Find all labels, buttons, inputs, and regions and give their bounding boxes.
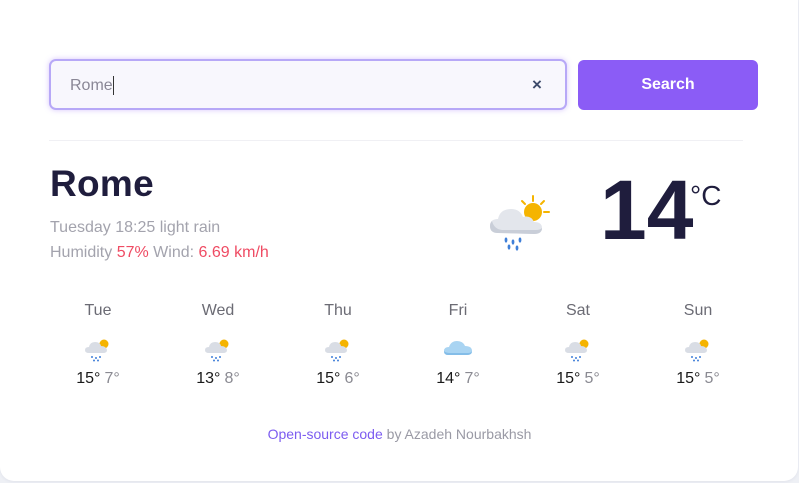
wind-value: 6.69 km/h — [198, 244, 269, 261]
humidity-value: 57% — [116, 244, 149, 261]
temp-range: 15° 5° — [643, 370, 753, 388]
temp-max: 14° — [436, 370, 461, 387]
temp-max: 15° — [556, 370, 581, 387]
sun-cloud-rain-icon — [85, 339, 109, 362]
temp-max: 13° — [196, 370, 221, 387]
temp-min: 5° — [584, 370, 600, 387]
forecast-day: Fri 14° 7° — [403, 302, 513, 388]
clear-icon[interactable]: × — [529, 76, 545, 94]
temp-min: 7° — [464, 370, 480, 387]
footer: Open-source code by Azadeh Nourbakhsh — [0, 426, 799, 442]
forecast-day: Sun 15° 5° — [643, 302, 753, 388]
forecast-day: Sat 15° 5° — [523, 302, 633, 388]
sun-cloud-rain-icon — [325, 339, 349, 362]
forecast-day: Thu 15° 6° — [283, 302, 393, 388]
current-temperature: 14 — [600, 163, 694, 257]
temp-max: 15° — [316, 370, 341, 387]
date-description: Tuesday 18:25 light rain — [50, 219, 220, 237]
day-name: Fri — [448, 302, 468, 319]
temp-range: 15° 7° — [43, 370, 153, 388]
temp-min: 8° — [224, 370, 240, 387]
day-name: Tue — [84, 302, 112, 319]
sun-cloud-rain-icon — [685, 339, 709, 362]
humidity-wind: Humidity 57% Wind: 6.69 km/h — [50, 244, 269, 262]
temp-range: 15° 6° — [283, 370, 393, 388]
sun-cloud-rain-icon — [205, 339, 229, 362]
temperature-unit: °C — [690, 180, 722, 211]
weather-description: light rain — [159, 219, 221, 236]
search-button[interactable]: Search — [578, 60, 758, 110]
sun-cloud-rain-icon — [490, 195, 550, 251]
cloud-blue-icon — [444, 341, 472, 355]
day-time: Tuesday 18:25 — [50, 219, 156, 236]
temp-min: 5° — [704, 370, 720, 387]
temp-max: 15° — [76, 370, 101, 387]
day-name: Wed — [201, 302, 235, 319]
temp-range: 13° 8° — [163, 370, 273, 388]
temp-range: 15° 5° — [523, 370, 633, 388]
day-name: Thu — [324, 302, 352, 319]
forecast-day: Tue 15° 7° — [43, 302, 153, 388]
author-credit: by Azadeh Nourbakhsh — [386, 426, 532, 442]
source-code-link[interactable]: Open-source code — [268, 426, 383, 442]
weather-card: × Search Rome Tuesday 18:25 light rain H… — [0, 0, 798, 481]
divider — [49, 140, 743, 141]
text-caret — [113, 76, 114, 95]
day-name: Sat — [565, 302, 590, 319]
humidity-label: Humidity — [50, 244, 113, 261]
city-name: Rome — [50, 163, 154, 204]
day-name: Sun — [683, 302, 713, 319]
temp-range: 14° 7° — [403, 370, 513, 388]
temp-min: 7° — [104, 370, 120, 387]
wind-label: Wind: — [153, 244, 195, 261]
sun-cloud-rain-icon — [565, 339, 589, 362]
search-field[interactable]: × — [49, 59, 567, 110]
temp-max: 15° — [676, 370, 701, 387]
forecast-day: Wed 13° 8° — [163, 302, 273, 388]
temp-min: 6° — [344, 370, 360, 387]
search-input[interactable] — [70, 76, 510, 96]
